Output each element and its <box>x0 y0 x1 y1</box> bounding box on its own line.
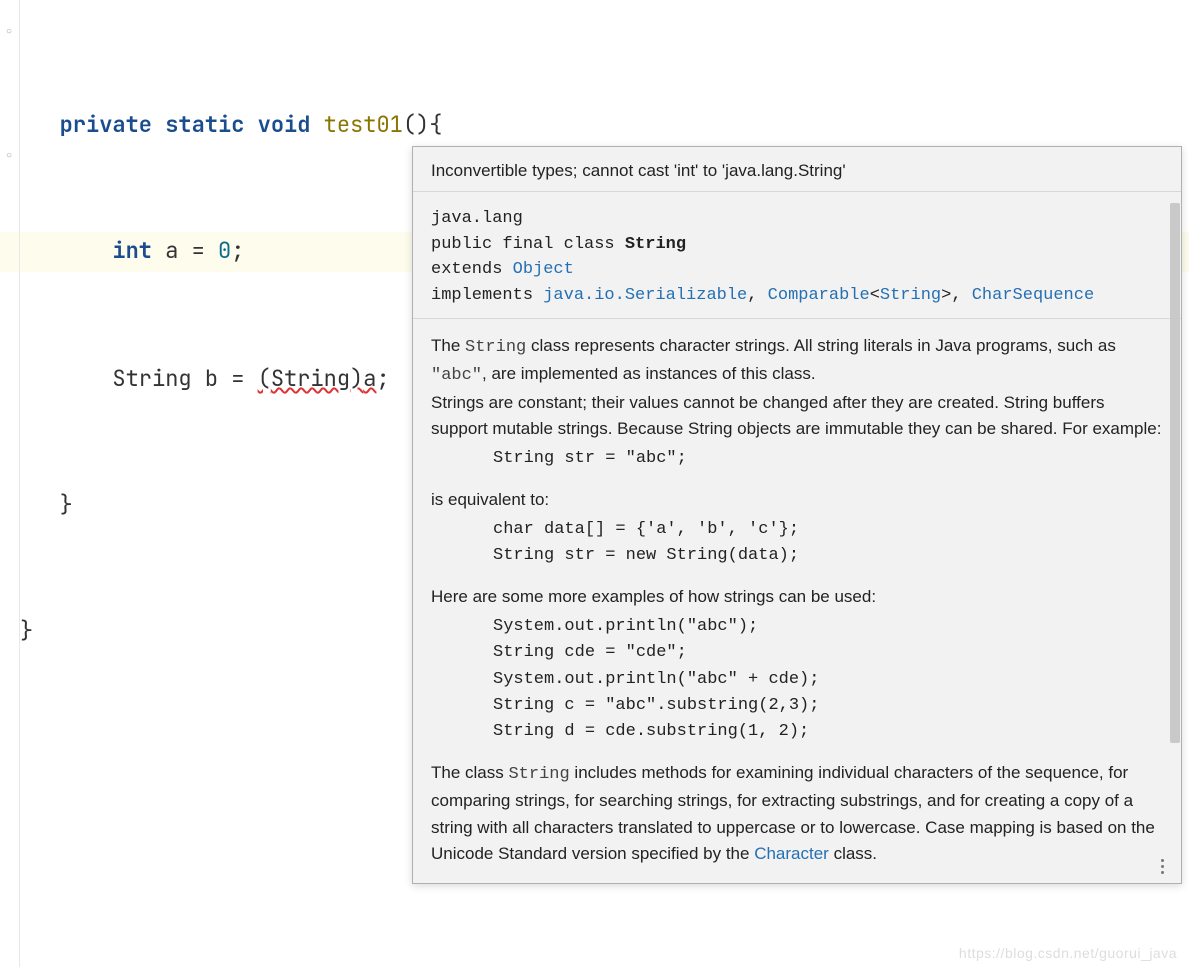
class-name: String <box>625 235 686 254</box>
signature-block: java.lang public final class String exte… <box>413 192 1181 319</box>
doc-paragraph: The class String includes methods for ex… <box>431 760 1163 867</box>
semi: ; <box>231 236 244 265</box>
error-message: Inconvertible types; cannot cast 'int' t… <box>413 147 1181 192</box>
code-example: char data[] = {'a', 'b', 'c'}; String st… <box>493 517 1163 570</box>
eq: = <box>192 236 205 265</box>
more-options-icon[interactable] <box>1151 855 1173 877</box>
keyword-void: void <box>258 110 311 139</box>
link-serializable[interactable]: java.io.Serializable <box>543 286 747 305</box>
error-expression[interactable]: (String)a <box>258 364 377 393</box>
extends-line: extends Object <box>431 257 1163 283</box>
code-line-1[interactable]: private static void test01(){ <box>20 104 871 146</box>
gutter-marker-icon[interactable]: ○ <box>2 150 16 164</box>
code-example: System.out.println("abc"); String cde = … <box>493 614 1163 746</box>
editor-gutter: ○ ○ <box>0 0 20 967</box>
type-string: String <box>112 364 191 393</box>
package-line: java.lang <box>431 206 1163 232</box>
link-comparable[interactable]: Comparable <box>768 286 870 305</box>
close-brace: } <box>20 616 33 645</box>
doc-paragraph: The String class represents character st… <box>431 333 1163 390</box>
parens: (){ <box>403 110 443 139</box>
doc-paragraph: Here are some more examples of how strin… <box>431 584 1163 610</box>
keyword-int: int <box>112 236 152 265</box>
var-a: a <box>165 236 178 265</box>
link-charsequence[interactable]: CharSequence <box>972 286 1094 305</box>
close-brace: } <box>60 490 73 519</box>
number-literal: 0 <box>218 236 231 265</box>
doc-paragraph: Strings are constant; their values canno… <box>431 390 1163 443</box>
link-character[interactable]: Character <box>754 844 829 863</box>
link-object[interactable]: Object <box>513 260 574 279</box>
doc-body[interactable]: The String class represents character st… <box>413 319 1181 883</box>
link-string-param[interactable]: String <box>880 286 941 305</box>
keyword-private: private <box>60 110 152 139</box>
implements-line: implements java.io.Serializable, Compara… <box>431 283 1163 309</box>
method-name: test01 <box>324 110 403 139</box>
class-decl-line: public final class String <box>431 232 1163 258</box>
eq: = <box>231 364 244 393</box>
keyword-static: static <box>165 110 244 139</box>
watermark-text: https://blog.csdn.net/guorui_java <box>959 945 1177 961</box>
doc-paragraph: is equivalent to: <box>431 487 1163 513</box>
code-example: String str = "abc"; <box>493 446 1163 472</box>
gutter-marker-icon[interactable]: ○ <box>2 26 16 40</box>
scrollbar-thumb[interactable] <box>1170 203 1180 743</box>
var-b: b <box>205 364 218 393</box>
semi: ; <box>376 364 389 393</box>
quick-doc-popup[interactable]: Inconvertible types; cannot cast 'int' t… <box>412 146 1182 884</box>
